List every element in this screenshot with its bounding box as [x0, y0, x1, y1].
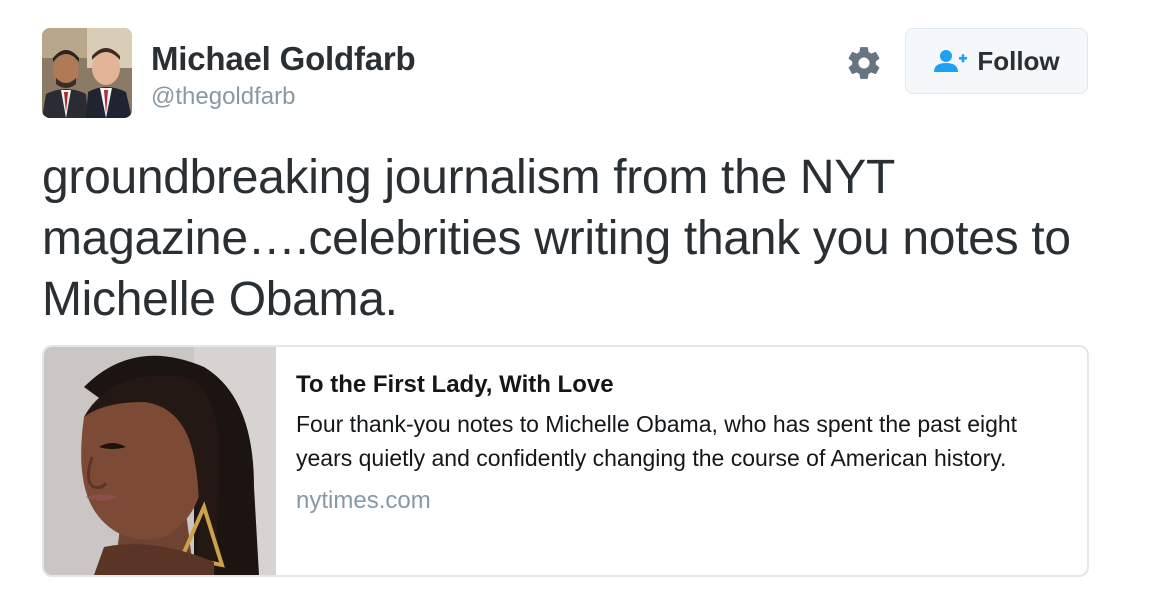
author-name[interactable]: Michael Goldfarb: [151, 40, 416, 78]
follow-label: Follow: [977, 45, 1060, 76]
gear-icon[interactable]: [845, 44, 883, 82]
tweet-text: groundbreaking journalism from the NYT m…: [42, 151, 1071, 326]
card-title: To the First Lady, With Love: [296, 371, 614, 398]
card-body: To the First Lady, With Love Four thank-…: [296, 369, 1076, 515]
link-card[interactable]: To the First Lady, With Love Four thank-…: [42, 345, 1089, 577]
card-description: Four thank-you notes to Michelle Obama, …: [296, 411, 1018, 471]
card-domain: nytimes.com: [296, 487, 431, 514]
card-thumbnail: [44, 347, 276, 575]
follow-button[interactable]: Follow: [905, 28, 1088, 94]
embedded-tweet: Michael Goldfarb @thegoldfarb Follow gro…: [0, 0, 1150, 598]
add-user-icon: [934, 50, 968, 72]
author-avatar[interactable]: [42, 28, 132, 118]
author-handle[interactable]: @thegoldfarb: [151, 83, 295, 111]
avatar-photo: [42, 28, 132, 118]
